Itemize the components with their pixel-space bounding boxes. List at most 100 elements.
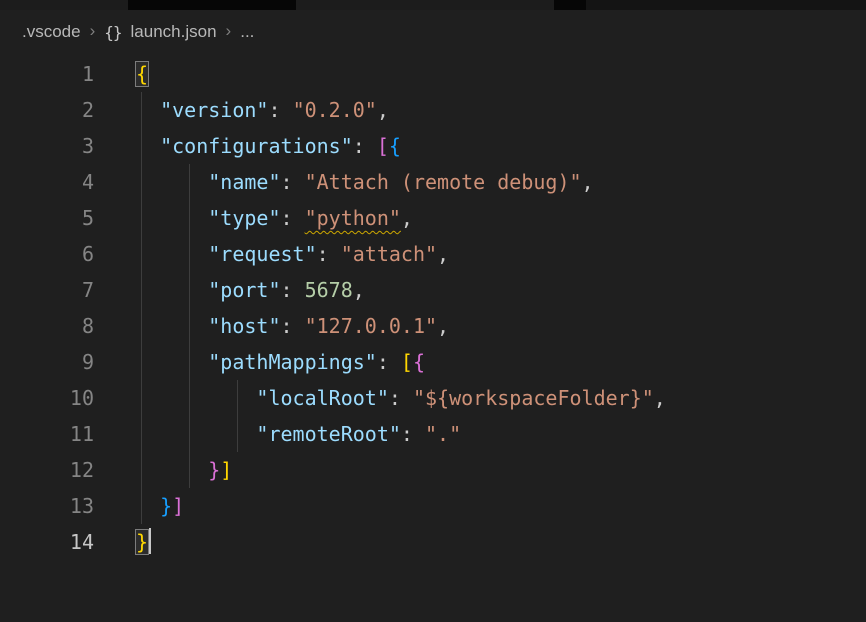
line-number[interactable]: 11 (0, 416, 94, 452)
line-number[interactable]: 2 (0, 92, 94, 128)
code-token: , (437, 242, 449, 266)
breadcrumb-folder[interactable]: .vscode (22, 22, 81, 42)
indent-guide (141, 272, 142, 308)
breadcrumb: .vscode › {} launch.json › ... (0, 10, 866, 54)
line-content[interactable]: } (136, 524, 866, 560)
indent-guide (237, 416, 238, 452)
indent-guide (141, 380, 142, 416)
code-token: "name" (208, 170, 280, 194)
line-number[interactable]: 4 (0, 164, 94, 200)
code-token: "localRoot" (256, 386, 388, 410)
code-token: "attach" (341, 242, 437, 266)
code-token: "pathMappings" (208, 350, 377, 374)
code-token: : (317, 242, 341, 266)
indent-guide (141, 452, 142, 488)
code-line[interactable]: 4 "name": "Attach (remote debug)", (0, 164, 866, 200)
code-line[interactable]: 8 "host": "127.0.0.1", (0, 308, 866, 344)
code-token: : (281, 314, 305, 338)
line-number[interactable]: 5 (0, 200, 94, 236)
line-content[interactable]: "localRoot": "${workspaceFolder}", (136, 380, 866, 416)
chevron-right-icon: › (226, 21, 232, 41)
code-line[interactable]: 11 "remoteRoot": "." (0, 416, 866, 452)
code-token: , (377, 98, 389, 122)
line-number[interactable]: 13 (0, 488, 94, 524)
code-token: : (353, 134, 377, 158)
code-line[interactable]: 6 "request": "attach", (0, 236, 866, 272)
line-content[interactable]: "request": "attach", (136, 236, 866, 272)
code-token: "version" (160, 98, 268, 122)
code-token: ] (172, 494, 184, 518)
code-token: , (437, 314, 449, 338)
code-token: "configurations" (160, 134, 353, 158)
indent-guide (141, 92, 142, 128)
code-line[interactable]: 7 "port": 5678, (0, 272, 866, 308)
line-content[interactable]: { (136, 56, 866, 92)
breadcrumb-file[interactable]: launch.json (131, 22, 217, 42)
matched-bracket: { (136, 62, 148, 86)
code-token: [ (401, 350, 413, 374)
indent-guide (141, 164, 142, 200)
line-content[interactable]: "pathMappings": [{ (136, 344, 866, 380)
indent-guide (141, 236, 142, 272)
inactive-tab[interactable] (586, 0, 866, 10)
inactive-tab[interactable] (0, 0, 128, 10)
line-number[interactable]: 7 (0, 272, 94, 308)
line-content[interactable]: "type": "python", (136, 200, 866, 236)
line-content[interactable]: "remoteRoot": "." (136, 416, 866, 452)
line-content[interactable]: }] (136, 488, 866, 524)
code-line[interactable]: 2 "version": "0.2.0", (0, 92, 866, 128)
code-line[interactable]: 5 "type": "python", (0, 200, 866, 236)
code-token: "remoteRoot" (256, 422, 401, 446)
indent-guide (189, 272, 190, 308)
indent-guide (141, 344, 142, 380)
code-token: , (353, 278, 365, 302)
code-token: "0.2.0" (293, 98, 377, 122)
code-line[interactable]: 3 "configurations": [{ (0, 128, 866, 164)
line-content[interactable]: }] (136, 452, 866, 488)
code-token: "type" (208, 206, 280, 230)
breadcrumb-symbols[interactable]: ... (240, 22, 254, 42)
code-token: : (281, 278, 305, 302)
code-token: [ (377, 134, 389, 158)
line-content[interactable]: "host": "127.0.0.1", (136, 308, 866, 344)
line-number[interactable]: 10 (0, 380, 94, 416)
code-token: , (654, 386, 666, 410)
line-number[interactable]: 6 (0, 236, 94, 272)
code-token: "127.0.0.1" (305, 314, 437, 338)
line-number[interactable]: 12 (0, 452, 94, 488)
code-token: { (389, 134, 401, 158)
code-token: , (582, 170, 594, 194)
code-token: } (208, 458, 220, 482)
code-line[interactable]: 10 "localRoot": "${workspaceFolder}", (0, 380, 866, 416)
line-number[interactable]: 9 (0, 344, 94, 380)
line-number[interactable]: 8 (0, 308, 94, 344)
code-editor[interactable]: 1{2 "version": "0.2.0",3 "configurations… (0, 54, 866, 622)
indent-guide (141, 128, 142, 164)
code-line[interactable]: 13 }] (0, 488, 866, 524)
code-token: : (401, 422, 425, 446)
code-line[interactable]: 12 }] (0, 452, 866, 488)
indent-guide (141, 488, 142, 524)
line-content[interactable]: "configurations": [{ (136, 128, 866, 164)
code-token: "." (425, 422, 461, 446)
line-number[interactable]: 3 (0, 128, 94, 164)
warning-token: "python" (305, 206, 401, 230)
code-line[interactable]: 9 "pathMappings": [{ (0, 344, 866, 380)
indent-guide (189, 200, 190, 236)
inactive-tab[interactable] (296, 0, 554, 10)
code-line[interactable]: 1{ (0, 56, 866, 92)
text-cursor (149, 528, 151, 554)
indent-guide (237, 380, 238, 416)
line-content[interactable]: "port": 5678, (136, 272, 866, 308)
line-content[interactable]: "version": "0.2.0", (136, 92, 866, 128)
indent-guide (141, 308, 142, 344)
line-number[interactable]: 14 (0, 524, 94, 560)
indent-guide (189, 452, 190, 488)
tab-strip (0, 0, 866, 10)
indent-guide (141, 416, 142, 452)
line-number[interactable]: 1 (0, 56, 94, 92)
code-token: : (389, 386, 413, 410)
line-content[interactable]: "name": "Attach (remote debug)", (136, 164, 866, 200)
code-line[interactable]: 14} (0, 524, 866, 560)
code-token: "Attach (remote debug)" (305, 170, 582, 194)
